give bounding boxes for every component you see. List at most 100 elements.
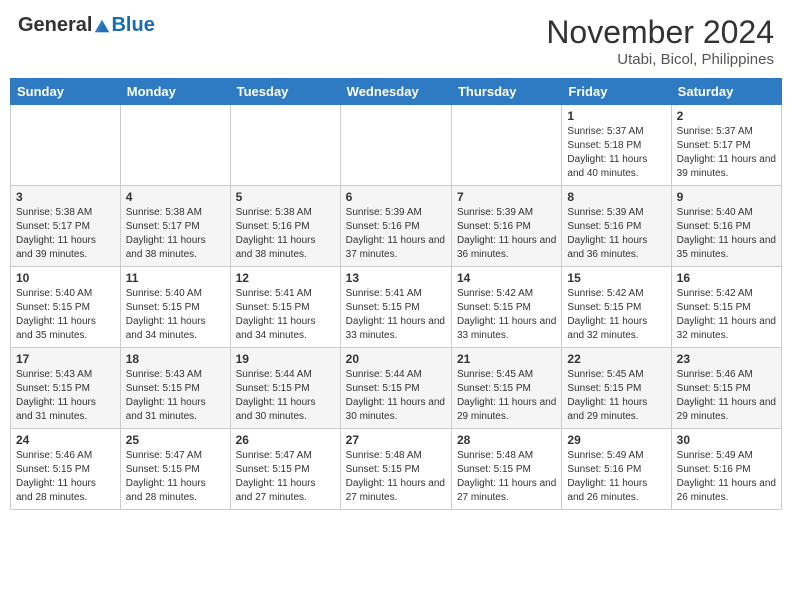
- day-number: 10: [16, 271, 115, 285]
- day-number: 24: [16, 433, 115, 447]
- calendar-cell: 25Sunrise: 5:47 AM Sunset: 5:15 PM Dayli…: [120, 429, 230, 510]
- day-number: 4: [126, 190, 225, 204]
- day-number: 17: [16, 352, 115, 366]
- calendar-cell: 17 Sunrise: 5:43 AM Sunset: 5:15 PM Dayli…: [11, 348, 121, 429]
- day-info: Sunrise: 5:45 AM Sunset: 5:15 PM Dayligh…: [457, 368, 556, 424]
- calendar-cell: 27 Sunrise: 5:48 AM Sunset: 5:15 PM Dayli…: [340, 429, 451, 510]
- day-info: Sunrise: 5:39 AM Sunset: 5:16 PM Dayligh…: [457, 206, 556, 262]
- day-number: 19: [236, 352, 335, 366]
- day-header-tuesday: Tuesday: [230, 79, 340, 105]
- calendar-cell: 23Sunrise: 5:46 AM Sunset: 5:15 PM Dayli…: [671, 348, 781, 429]
- calendar-cell: 10Sunrise: 5:40 AM Sunset: 5:15 PM Dayli…: [11, 267, 121, 348]
- day-number: 22: [567, 352, 665, 366]
- day-info: Sunrise: 5:39 AM Sunset: 5:16 PM Dayligh…: [346, 206, 446, 262]
- title-block: November 2024 Utabi, Bicol, Philippines: [546, 14, 774, 68]
- day-number: 5: [236, 190, 335, 204]
- day-info: Sunrise: 5:43 AM Sunset: 5:15 PM Dayligh…: [16, 368, 115, 424]
- calendar-cell: 21 Sunrise: 5:45 AM Sunset: 5:15 PM Dayli…: [451, 348, 561, 429]
- day-info: Sunrise: 5:42 AM Sunset: 5:15 PM Dayligh…: [457, 287, 556, 343]
- month-title: November 2024: [546, 14, 774, 51]
- calendar-cell: 18Sunrise: 5:43 AM Sunset: 5:15 PM Dayli…: [120, 348, 230, 429]
- day-info: Sunrise: 5:47 AM Sunset: 5:15 PM Dayligh…: [236, 449, 335, 505]
- calendar-cell: [230, 105, 340, 186]
- day-info: Sunrise: 5:38 AM Sunset: 5:17 PM Dayligh…: [126, 206, 225, 262]
- day-number: 9: [677, 190, 776, 204]
- page-header: General Blue November 2024 Utabi, Bicol,…: [10, 10, 782, 72]
- day-info: Sunrise: 5:44 AM Sunset: 5:15 PM Dayligh…: [236, 368, 335, 424]
- calendar-week-row: 3 Sunrise: 5:38 AM Sunset: 5:17 PM Daylig…: [11, 186, 782, 267]
- day-info: Sunrise: 5:38 AM Sunset: 5:17 PM Dayligh…: [16, 206, 115, 262]
- day-info: Sunrise: 5:49 AM Sunset: 5:16 PM Dayligh…: [567, 449, 665, 505]
- day-info: Sunrise: 5:38 AM Sunset: 5:16 PM Dayligh…: [236, 206, 335, 262]
- day-number: 20: [346, 352, 446, 366]
- calendar-cell: 28 Sunrise: 5:48 AM Sunset: 5:15 PM Dayli…: [451, 429, 561, 510]
- calendar-cell: 26 Sunrise: 5:47 AM Sunset: 5:15 PM Dayli…: [230, 429, 340, 510]
- day-info: Sunrise: 5:37 AM Sunset: 5:17 PM Dayligh…: [677, 125, 776, 181]
- day-info: Sunrise: 5:39 AM Sunset: 5:16 PM Dayligh…: [567, 206, 665, 262]
- calendar-cell: 1Sunrise: 5:37 AM Sunset: 5:18 PM Daylig…: [562, 105, 671, 186]
- logo-blue-text: Blue: [111, 14, 154, 37]
- calendar-cell: [120, 105, 230, 186]
- day-number: 26: [236, 433, 335, 447]
- calendar-cell: [11, 105, 121, 186]
- calendar-cell: 5 Sunrise: 5:38 AM Sunset: 5:16 PM Daylig…: [230, 186, 340, 267]
- day-number: 6: [346, 190, 446, 204]
- day-number: 13: [346, 271, 446, 285]
- day-number: 16: [677, 271, 776, 285]
- calendar-cell: 15 Sunrise: 5:42 AM Sunset: 5:15 PM Dayli…: [562, 267, 671, 348]
- calendar-cell: 29 Sunrise: 5:49 AM Sunset: 5:16 PM Dayli…: [562, 429, 671, 510]
- calendar-cell: [340, 105, 451, 186]
- day-number: 3: [16, 190, 115, 204]
- calendar-cell: 19 Sunrise: 5:44 AM Sunset: 5:15 PM Dayli…: [230, 348, 340, 429]
- calendar-table: SundayMondayTuesdayWednesdayThursdayFrid…: [10, 78, 782, 510]
- calendar-week-row: 1Sunrise: 5:37 AM Sunset: 5:18 PM Daylig…: [11, 105, 782, 186]
- calendar-week-row: 17 Sunrise: 5:43 AM Sunset: 5:15 PM Dayli…: [11, 348, 782, 429]
- calendar-cell: 30 Sunrise: 5:49 AM Sunset: 5:16 PM Dayli…: [671, 429, 781, 510]
- day-number: 12: [236, 271, 335, 285]
- calendar-cell: 2Sunrise: 5:37 AM Sunset: 5:17 PM Daylig…: [671, 105, 781, 186]
- day-number: 27: [346, 433, 446, 447]
- calendar-cell: 12 Sunrise: 5:41 AM Sunset: 5:15 PM Dayli…: [230, 267, 340, 348]
- day-number: 30: [677, 433, 776, 447]
- calendar-cell: 9 Sunrise: 5:40 AM Sunset: 5:16 PM Daylig…: [671, 186, 781, 267]
- calendar-cell: 13Sunrise: 5:41 AM Sunset: 5:15 PM Dayli…: [340, 267, 451, 348]
- calendar-cell: 11Sunrise: 5:40 AM Sunset: 5:15 PM Dayli…: [120, 267, 230, 348]
- day-info: Sunrise: 5:48 AM Sunset: 5:15 PM Dayligh…: [346, 449, 446, 505]
- calendar-cell: 24Sunrise: 5:46 AM Sunset: 5:15 PM Dayli…: [11, 429, 121, 510]
- day-number: 21: [457, 352, 556, 366]
- logo-general-text: General: [18, 14, 92, 37]
- logo: General Blue: [18, 14, 155, 37]
- day-number: 18: [126, 352, 225, 366]
- day-number: 28: [457, 433, 556, 447]
- day-header-saturday: Saturday: [671, 79, 781, 105]
- day-info: Sunrise: 5:48 AM Sunset: 5:15 PM Dayligh…: [457, 449, 556, 505]
- day-number: 29: [567, 433, 665, 447]
- calendar-cell: 14 Sunrise: 5:42 AM Sunset: 5:15 PM Dayli…: [451, 267, 561, 348]
- calendar-cell: 3 Sunrise: 5:38 AM Sunset: 5:17 PM Daylig…: [11, 186, 121, 267]
- day-info: Sunrise: 5:49 AM Sunset: 5:16 PM Dayligh…: [677, 449, 776, 505]
- calendar-cell: 16 Sunrise: 5:42 AM Sunset: 5:15 PM Dayli…: [671, 267, 781, 348]
- day-number: 14: [457, 271, 556, 285]
- calendar-cell: 8Sunrise: 5:39 AM Sunset: 5:16 PM Daylig…: [562, 186, 671, 267]
- day-number: 7: [457, 190, 556, 204]
- day-info: Sunrise: 5:42 AM Sunset: 5:15 PM Dayligh…: [567, 287, 665, 343]
- calendar-header-row: SundayMondayTuesdayWednesdayThursdayFrid…: [11, 79, 782, 105]
- calendar-cell: 7 Sunrise: 5:39 AM Sunset: 5:16 PM Daylig…: [451, 186, 561, 267]
- day-number: 15: [567, 271, 665, 285]
- logo-icon: [93, 17, 111, 35]
- day-info: Sunrise: 5:42 AM Sunset: 5:15 PM Dayligh…: [677, 287, 776, 343]
- day-header-friday: Friday: [562, 79, 671, 105]
- day-info: Sunrise: 5:37 AM Sunset: 5:18 PM Dayligh…: [567, 125, 665, 181]
- calendar-cell: 4 Sunrise: 5:38 AM Sunset: 5:17 PM Daylig…: [120, 186, 230, 267]
- day-info: Sunrise: 5:40 AM Sunset: 5:16 PM Dayligh…: [677, 206, 776, 262]
- day-info: Sunrise: 5:41 AM Sunset: 5:15 PM Dayligh…: [236, 287, 335, 343]
- day-header-monday: Monday: [120, 79, 230, 105]
- day-header-wednesday: Wednesday: [340, 79, 451, 105]
- location-text: Utabi, Bicol, Philippines: [546, 51, 774, 68]
- day-info: Sunrise: 5:46 AM Sunset: 5:15 PM Dayligh…: [677, 368, 776, 424]
- day-info: Sunrise: 5:44 AM Sunset: 5:15 PM Dayligh…: [346, 368, 446, 424]
- day-number: 11: [126, 271, 225, 285]
- calendar-week-row: 24Sunrise: 5:46 AM Sunset: 5:15 PM Dayli…: [11, 429, 782, 510]
- day-header-sunday: Sunday: [11, 79, 121, 105]
- calendar-cell: 20 Sunrise: 5:44 AM Sunset: 5:15 PM Dayli…: [340, 348, 451, 429]
